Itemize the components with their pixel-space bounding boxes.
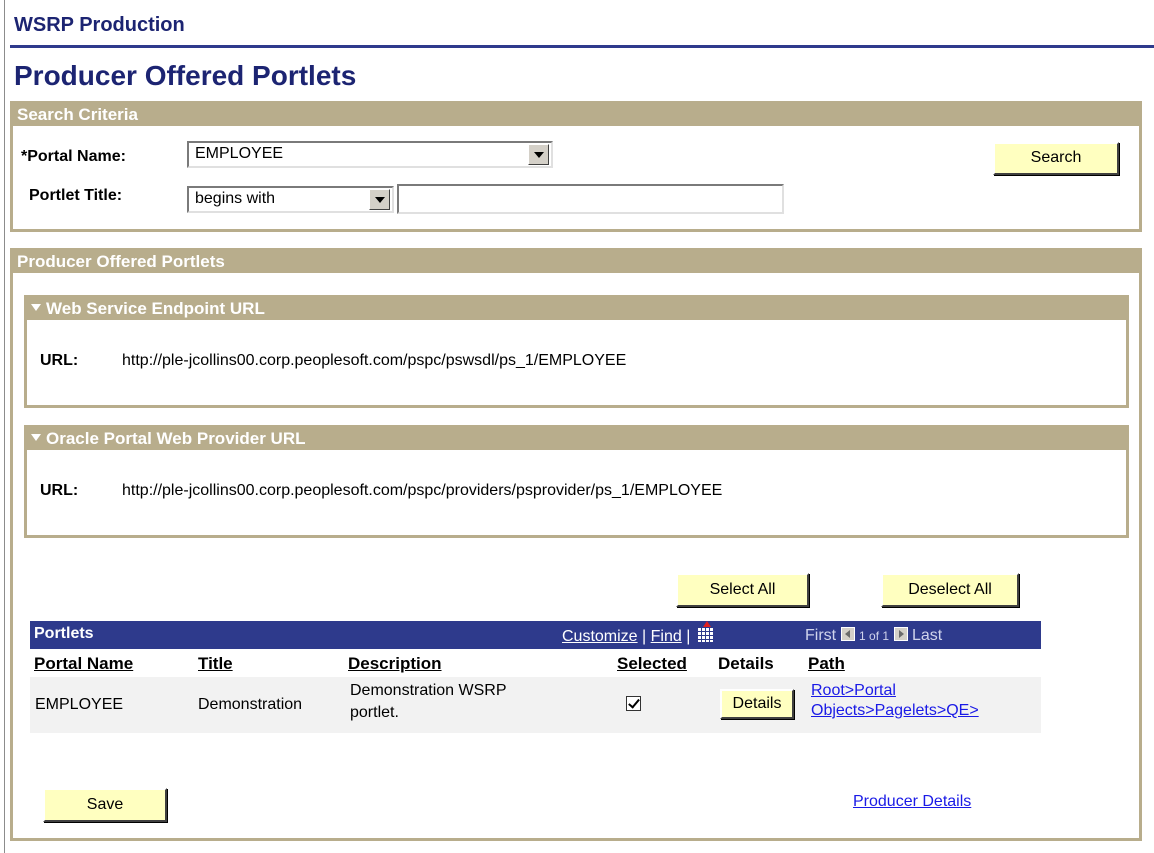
find-link[interactable]: Find [651, 628, 682, 645]
portlet-title-input[interactable] [397, 184, 784, 214]
grid-nav: Customize | Find | [562, 621, 713, 646]
portlets-grid: Portlets Customize | Find | First 1 of 1… [30, 621, 1041, 733]
grid-title: Portlets [34, 625, 94, 642]
grid-column-headers: Portal Name Title Description Selected D… [30, 649, 1041, 677]
col-title[interactable]: Title [198, 654, 233, 674]
row-selected-checkbox[interactable] [626, 696, 641, 711]
portal-name-select[interactable]: EMPLOYEE [187, 141, 553, 168]
table-row: EMPLOYEE Demonstration Demonstration WSR… [30, 677, 1041, 733]
row-description-line1: Demonstration WSRP [350, 682, 507, 699]
portal-name-value: EMPLOYEE [195, 145, 284, 162]
previous-icon[interactable] [840, 627, 855, 641]
producer-details-link[interactable]: Producer Details [853, 793, 971, 811]
oracle-portal-url-label: URL: [40, 482, 79, 499]
web-service-url-value: http://ple-jcollins00.corp.peoplesoft.co… [122, 352, 627, 369]
col-path[interactable]: Path [808, 654, 845, 674]
col-details: Details [718, 654, 774, 673]
producer-portlets-header: Producer Offered Portlets [13, 251, 1139, 273]
grid-pager: First 1 of 1 Last [805, 627, 942, 645]
portal-name-label: *Portal Name: [21, 148, 126, 165]
page-info: 1 of 1 [859, 629, 890, 643]
separator: | [642, 628, 647, 645]
next-icon[interactable] [893, 627, 908, 641]
row-portal-name: EMPLOYEE [35, 696, 124, 713]
col-description[interactable]: Description [348, 654, 442, 674]
row-details-button[interactable]: Details [720, 689, 794, 719]
deselect-all-button[interactable]: Deselect All [881, 573, 1019, 607]
oracle-portal-header[interactable]: Oracle Portal Web Provider URL [27, 428, 1126, 450]
col-portal-name[interactable]: Portal Name [34, 654, 133, 674]
download-grid-icon[interactable] [696, 621, 713, 642]
web-service-endpoint-header[interactable]: Web Service Endpoint URL [27, 298, 1126, 320]
search-criteria-header: Search Criteria [13, 104, 1139, 126]
portlet-title-operator-select[interactable]: begins with [187, 186, 394, 213]
first-label[interactable]: First [805, 627, 836, 644]
left-border [4, 0, 5, 853]
title-divider [10, 45, 1154, 48]
portlet-title-label: Portlet Title: [29, 187, 123, 204]
oracle-portal-url-value: http://ple-jcollins00.corp.peoplesoft.co… [122, 482, 723, 499]
operator-value: begins with [195, 190, 276, 207]
path-line2: Objects>Pagelets>QE> [811, 702, 979, 719]
page-title: Producer Offered Portlets [14, 60, 357, 91]
chevron-down-icon[interactable] [369, 189, 390, 210]
collapse-triangle-icon[interactable] [31, 434, 41, 442]
separator: | [686, 628, 691, 645]
row-path-link[interactable]: Root>Portal Objects>Pagelets>QE> [811, 681, 979, 721]
path-line1: Root>Portal [811, 682, 896, 699]
oracle-portal-title: Oracle Portal Web Provider URL [46, 429, 306, 448]
collapse-triangle-icon[interactable] [31, 304, 41, 312]
app-title: WSRP Production [14, 14, 185, 36]
search-button[interactable]: Search [993, 142, 1119, 175]
select-all-button[interactable]: Select All [676, 573, 809, 607]
row-description-line2: portlet. [350, 704, 399, 721]
web-service-endpoint-title: Web Service Endpoint URL [46, 299, 265, 318]
save-button[interactable]: Save [43, 788, 167, 822]
customize-link[interactable]: Customize [562, 628, 638, 645]
grid-header: Portlets Customize | Find | First 1 of 1… [30, 621, 1041, 649]
col-selected[interactable]: Selected [617, 654, 687, 674]
row-title: Demonstration [198, 696, 303, 713]
web-service-url-label: URL: [40, 352, 79, 369]
last-label[interactable]: Last [912, 627, 942, 644]
chevron-down-icon[interactable] [528, 144, 549, 165]
